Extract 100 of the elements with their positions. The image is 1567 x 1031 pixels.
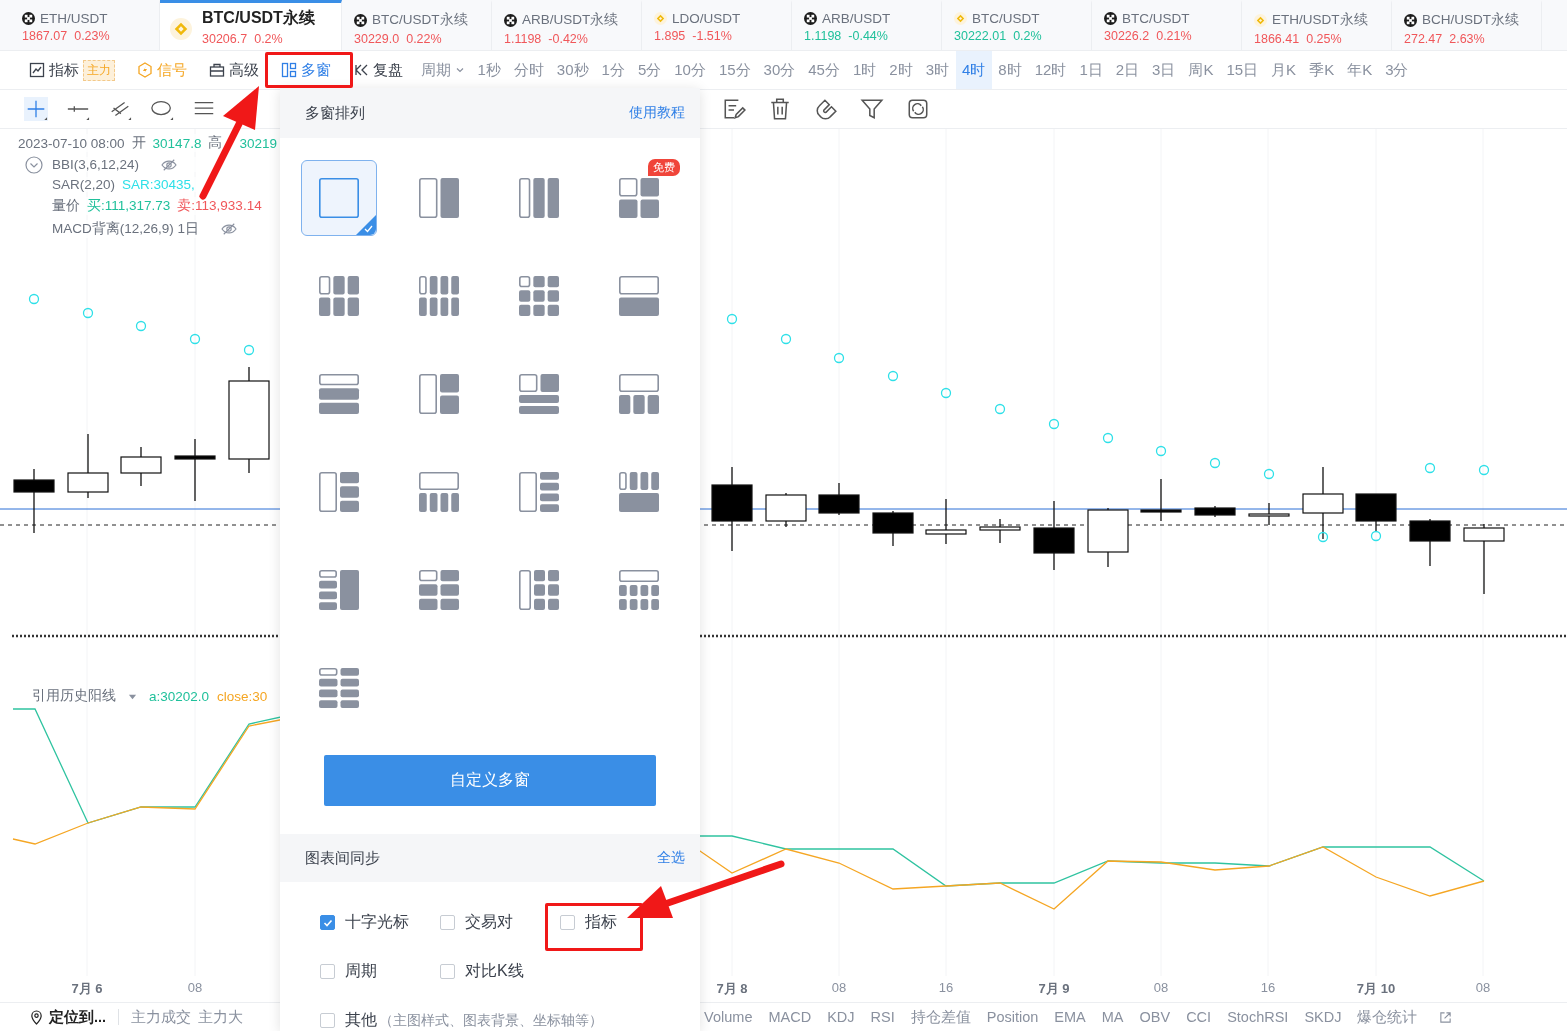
- period-tab[interactable]: 4时: [955, 51, 992, 89]
- period-tab[interactable]: 1分: [595, 51, 632, 89]
- indicator-shortcut[interactable]: 持仓差值: [902, 1007, 979, 1027]
- candlestick: [925, 498, 967, 545]
- ticker-tab[interactable]: BTC/USDT 30226.2 0.21%: [1092, 0, 1242, 50]
- period-tab[interactable]: 3分: [1378, 51, 1415, 89]
- period-tab[interactable]: 15分: [712, 51, 758, 89]
- period-tab[interactable]: 2时: [882, 51, 920, 89]
- collapse-icon[interactable]: [25, 155, 43, 174]
- ticker-tab[interactable]: ETH/USDT永续 1866.41 0.25%: [1242, 0, 1392, 50]
- period-tab[interactable]: 3时: [919, 51, 956, 89]
- toolbar-button[interactable]: 复盘: [342, 55, 414, 85]
- period-tab[interactable]: 周K: [1181, 51, 1220, 89]
- candlestick: [174, 438, 216, 502]
- edit-icon[interactable]: [722, 97, 746, 121]
- ticker-tab[interactable]: ARB/USDT永续 1.1198 -0.42%: [492, 0, 642, 50]
- ticker-price: 30206.7: [202, 32, 248, 46]
- magnet-icon[interactable]: [814, 97, 838, 121]
- sync-checkbox-option[interactable]: 周期: [320, 961, 440, 982]
- layout-icon: [418, 275, 460, 317]
- period-tab[interactable]: 年K: [1340, 51, 1379, 89]
- candlestick: [1194, 505, 1236, 518]
- sar-dot: [833, 352, 845, 364]
- sync-checkbox-option[interactable]: 十字光标: [320, 912, 440, 933]
- sar-dot: [940, 387, 952, 399]
- period-tab[interactable]: 30秒: [550, 51, 596, 89]
- period-tab[interactable]: 1时: [846, 51, 883, 89]
- indicator-shortcut[interactable]: MACD: [760, 1009, 820, 1025]
- period-tab[interactable]: 1日: [1072, 51, 1110, 89]
- indicator-shortcut[interactable]: 主力成交: [131, 1007, 199, 1027]
- indicator-shortcut[interactable]: Position: [978, 1009, 1047, 1025]
- select-all-link[interactable]: 全选: [657, 849, 685, 867]
- layout-icon: [518, 373, 560, 415]
- period-tab[interactable]: 15日: [1219, 51, 1265, 89]
- layout-icon: [418, 471, 460, 513]
- period-tab[interactable]: 月K: [1264, 51, 1303, 89]
- indicator-shortcut[interactable]: CCI: [1178, 1009, 1220, 1025]
- custom-layout-button[interactable]: 自定义多窗: [324, 755, 656, 806]
- locate-button[interactable]: 定位到...: [30, 1007, 107, 1027]
- layout-option[interactable]: [301, 160, 377, 236]
- indicator-shortcut[interactable]: StochRSI: [1219, 1009, 1297, 1025]
- ticker-tab[interactable]: BTC/USDT 30222.01 0.2%: [942, 0, 1092, 50]
- checkbox[interactable]: [560, 915, 575, 930]
- period-tab[interactable]: 2日: [1109, 51, 1146, 89]
- trash-icon[interactable]: [768, 97, 792, 121]
- sync-checkbox-option[interactable]: 指标: [560, 912, 680, 933]
- candlestick: [1355, 493, 1397, 532]
- crosshair-icon[interactable]: [24, 97, 48, 121]
- period-tab[interactable]: 10分: [667, 51, 713, 89]
- layout-icon: [418, 177, 460, 219]
- toolbar-button[interactable]: 高级: [198, 55, 270, 85]
- indicator-shortcut[interactable]: KDJ: [819, 1009, 863, 1025]
- hidden-eye-icon[interactable]: [220, 222, 239, 236]
- indicator-shortcut[interactable]: OBV: [1131, 1009, 1179, 1025]
- toolbar-button[interactable]: 指标 主力: [18, 55, 126, 85]
- indicator-shortcut[interactable]: EMA: [1046, 1009, 1094, 1025]
- period-tab[interactable]: 季K: [1302, 51, 1341, 89]
- toolbar-button[interactable]: 周期: [414, 51, 471, 89]
- indicator-shortcut[interactable]: MA: [1093, 1009, 1132, 1025]
- period-tab[interactable]: 30分: [757, 51, 802, 89]
- ticker-tab[interactable]: ARB/USDT 1.1198 -0.44%: [792, 0, 942, 50]
- sync-checkbox-option[interactable]: 对比K线: [440, 961, 560, 982]
- period-tab[interactable]: 8时: [991, 51, 1029, 89]
- period-tab[interactable]: 分时: [507, 51, 551, 89]
- layout-icon: [518, 177, 560, 219]
- ticker-tab[interactable]: BTC/USDT永续 30206.7 0.2%: [160, 0, 342, 50]
- ticker-name: BTC/USDT永续: [202, 8, 315, 28]
- period-tab[interactable]: 1秒: [471, 51, 508, 89]
- exchange-logo-icon: [504, 13, 517, 27]
- toolbar-button[interactable]: 信号: [126, 55, 198, 85]
- checkbox[interactable]: [440, 964, 455, 979]
- hidden-eye-icon[interactable]: [160, 157, 179, 172]
- indicator-shortcut[interactable]: Volume: [696, 1009, 761, 1025]
- sync-icon[interactable]: [906, 97, 930, 121]
- checkbox[interactable]: [320, 1013, 335, 1028]
- checkbox[interactable]: [440, 915, 455, 930]
- period-tab[interactable]: 5分: [631, 51, 668, 89]
- toolbar-button[interactable]: 多窗: [270, 55, 342, 85]
- ticker-tab[interactable]: LDO/USDT 1.895 -1.51%: [642, 0, 792, 50]
- tutorial-link[interactable]: 使用教程: [629, 104, 685, 122]
- candlestick: [818, 482, 860, 516]
- period-tab[interactable]: 45分: [801, 51, 847, 89]
- checkbox[interactable]: [320, 915, 335, 930]
- period-tab[interactable]: 3日: [1145, 51, 1182, 89]
- external-link-icon[interactable]: [1439, 1010, 1453, 1024]
- sync-checkbox-option[interactable]: 交易对: [440, 912, 560, 933]
- indicator-shortcut[interactable]: 爆仓统计: [1349, 1007, 1426, 1027]
- filter-icon[interactable]: [860, 97, 884, 121]
- sync-checkbox-option[interactable]: 其他（主图样式、图表背景、坐标轴等）: [320, 1010, 603, 1031]
- candlestick: [979, 518, 1021, 544]
- period-tab[interactable]: 12时: [1028, 51, 1073, 89]
- checkbox[interactable]: [320, 964, 335, 979]
- indicator-shortcut[interactable]: SKDJ: [1296, 1009, 1350, 1025]
- ticker-tab[interactable]: BTC/USDT永续 30229.0 0.22%: [342, 0, 492, 50]
- ticker-tab[interactable]: BCH/USDT永续 272.47 2.63%: [1392, 0, 1542, 50]
- candlestick: [1033, 500, 1075, 571]
- indicator-shortcut[interactable]: 主力大: [198, 1007, 251, 1027]
- layout-option[interactable]: 免费: [601, 160, 677, 236]
- indicator-shortcut[interactable]: RSI: [862, 1009, 903, 1025]
- candlestick: [872, 510, 914, 547]
